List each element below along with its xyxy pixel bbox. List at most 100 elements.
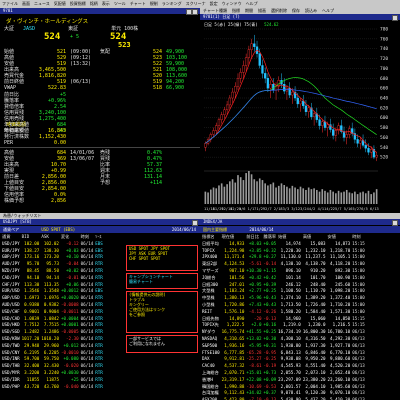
fx-time: 06/14 xyxy=(80,322,94,328)
index-row[interactable]: 中型株 1,380.13 +5.96 +0.43 1,374.10 1,389.20 1,3… xyxy=(201,295,366,302)
index-row[interactable]: 台湾加権 9,112.43 +34.02 +0.37 9,078.41 9,120.30 9… xyxy=(201,390,366,397)
index-row[interactable]: NYダウ 16,775.74 +41.55 +0.25 16,734.19 16,800.… xyxy=(201,329,366,336)
fx-time: 06/14 xyxy=(80,383,94,389)
index-row[interactable]: REIT 1,576.10 -4.12 -0.26 1,580.20 1,584.40 1,… xyxy=(201,309,366,316)
menu-item-13[interactable]: ウィンドウ xyxy=(222,1,242,7)
fx-row[interactable]: NZD/JPY 88.45 88.50 +0.02 06/14 RTR xyxy=(1,268,104,275)
index-row[interactable]: 東証2部 4,124.53 -5.61 -0.14 4,130.10 4,138.70 4,… xyxy=(201,261,366,268)
menu-item-9[interactable]: 規制 xyxy=(150,1,158,7)
fx-tab-label[interactable]: 為替/ウォッチリスト xyxy=(3,213,41,218)
fx-header-date: 2014/06/14 xyxy=(171,227,196,232)
fx-time: 06/14 xyxy=(80,247,94,253)
fx-source: EBS xyxy=(95,288,103,294)
fx-row[interactable]: USD/KRW 1017.20 1018.20 -2.30 06/14 RTR xyxy=(1,336,104,343)
price-chart[interactable]: 780 760 740 720 700 680 660 640 620 600 580 560 540 5… xyxy=(200,27,400,212)
fx-row[interactable]: USD/SGD 1.2482 1.2486 -0.0005 06/14 RTR xyxy=(1,329,104,336)
fx-row[interactable]: GBP/JPY 173.16 173.20 +0.10 06/14 RTR xyxy=(1,254,104,261)
menu-item-1[interactable]: 画面 xyxy=(22,1,30,7)
index-row[interactable]: 日経平均 14,933 +8.03 +0.05 14,974 15,083 14,873 15… xyxy=(201,241,366,248)
chart-menu-item-0[interactable]: チャート種類 xyxy=(203,8,227,13)
fx-row[interactable]: AUD/JPY 95.70 95.73 -0.04 06/14 RTR xyxy=(1,261,104,268)
quote-panel-title: 9781 xyxy=(3,8,13,13)
fx-row[interactable]: EUR/JPY 138.27 138.30 +0.03 06/14 EBS xyxy=(1,248,104,255)
fx-row[interactable]: USD/CAD 1.0839 1.0842 +0.0004 06/14 RTR xyxy=(1,316,104,323)
menu-item-8[interactable]: チャート xyxy=(130,1,146,7)
index-low: 100.90 xyxy=(335,274,351,280)
menu-item-12[interactable]: 設定 xyxy=(210,1,218,7)
chart-close-button[interactable] xyxy=(392,15,398,21)
index-row[interactable]: FTSE100 6,777.85 -65.28 -0.95 6,843.13 6,846.… xyxy=(201,350,366,357)
fx-row[interactable]: USD/IDR 11855 11875 +25 06/14 RTR xyxy=(1,377,104,384)
fx-time: 06/14 xyxy=(80,301,94,307)
index-row[interactable]: 韓国総合 1,990.88 -10.69 -0.53 2,001.57 2,004.10 1… xyxy=(201,384,366,391)
fx-row[interactable]: EUR/USD 1.3546 1.3548 +0.0012 06/14 EBS xyxy=(1,288,104,295)
index-row[interactable]: JPX400 11,171.4 +29.8 +0.27 11,130.0 11,237.5… xyxy=(201,254,366,261)
index-row[interactable]: 大型株 1,103.24 +2.77 +0.25 1,100.50 1,110.70 1,0… xyxy=(201,288,366,295)
fx-row[interactable]: USD/JPY 102.00 102.02 -0.12 06/14 EBS xyxy=(1,241,104,248)
index-time: 15:15 xyxy=(352,315,365,321)
fx-row[interactable]: USD/MYR 3.2200 3.2240 +0.0030 06/14 RTR xyxy=(1,370,104,377)
chart-menu-item-6[interactable]: 読込み xyxy=(305,8,317,13)
fx-source: RTR xyxy=(95,295,103,301)
menu-item-7[interactable]: ツール xyxy=(114,1,126,7)
menu-item-10[interactable]: ランキング xyxy=(162,1,182,7)
fx-row[interactable]: CHF/JPY 113.30 113.35 +0.06 06/14 RTR xyxy=(1,282,104,289)
menu-item-11[interactable]: スクリーナ xyxy=(186,1,206,7)
index-row[interactable]: マザーズ 907.10 +10.30 +1.15 896.10 910.20 892.30 1… xyxy=(201,268,366,275)
menu-item-4[interactable]: 投資指標 xyxy=(70,1,86,7)
fx-source: RTR xyxy=(95,308,103,314)
index-row[interactable]: CAC40 4,537.32 -8.61 -0.19 4,545.93 4,551.40 4… xyxy=(201,363,366,370)
index-row[interactable]: S&P500 1,936.16 +5.95 +0.31 1,930.80 1,937.30… xyxy=(201,343,366,350)
chart-menu-item-4[interactable]: 選択削除 xyxy=(271,8,287,13)
index-row[interactable]: DAX 9,912.81 -25.27 -0.25 9,938.08 9,950.20 9,… xyxy=(201,356,366,363)
menu-item-5[interactable]: 銘柄 xyxy=(90,1,98,7)
index-diff: -65.28 xyxy=(246,349,262,355)
index-value: 2,070.71 xyxy=(224,369,245,375)
chart-menu-item-3[interactable]: 描画 xyxy=(258,8,266,13)
chart-menu-item-7[interactable]: ヘルプ xyxy=(322,8,334,13)
candle-body xyxy=(331,129,335,136)
fx-row[interactable]: USD/CNY 6.2195 6.2205 -0.0010 06/14 RTR xyxy=(1,350,104,357)
fx-source: RTR xyxy=(95,261,103,267)
fx-row[interactable]: USD/TWD 29.948 29.960 +0.012 06/14 RTR xyxy=(1,343,104,350)
chart-menu-item-2[interactable]: 期間 xyxy=(245,8,253,13)
menu-item-2[interactable]: ニュース xyxy=(34,1,50,7)
menu-item-3[interactable]: 気配値 xyxy=(54,1,66,7)
index-column-header: 指標名 xyxy=(202,234,215,239)
fx-row[interactable]: USD/THB 32.400 32.430 -0.020 06/14 RTR xyxy=(1,363,104,370)
menu-item-14[interactable]: ヘルプ xyxy=(246,1,258,7)
index-row[interactable]: NASDAQ 4,310.65 +13.02 +0.30 4,300.10 4,316.5… xyxy=(201,336,366,343)
index-row[interactable]: 上海総合 2,070.71 +15.01 +0.73 2,055.70 2,073.10 2… xyxy=(201,370,366,377)
fx-row[interactable]: USD/INR 59.700 59.750 +0.080 06/14 RTR xyxy=(1,356,104,363)
fx-row[interactable]: AUD/USD 0.9380 0.9382 -0.0008 06/14 RTR xyxy=(1,302,104,309)
index-row[interactable]: JQ総合 101.56 +0.42 +0.42 101.14 101.70 100.90 15… xyxy=(201,275,366,282)
chart-menu-item-5[interactable]: 保存 xyxy=(292,8,300,13)
menu-item-6[interactable]: 表示 xyxy=(102,1,110,7)
index-diff: +2.0 xyxy=(251,322,262,328)
fx-row[interactable]: USD/HKD 7.7512 7.7515 +0.0001 06/14 RTR xyxy=(1,322,104,329)
index-time: 15:00 xyxy=(352,308,365,314)
fx-source: RTR xyxy=(95,267,103,273)
index-row[interactable]: 小型株 1,720.86 +7.43 +0.43 1,713.50 1,726.40 1,7… xyxy=(201,302,366,309)
fx-row[interactable]: GBP/USD 1.6973 1.6976 +0.0020 06/14 RTR xyxy=(1,295,104,302)
menu-button[interactable] xyxy=(186,9,192,15)
fx-pair: USD/INR xyxy=(2,356,20,362)
fx-row[interactable]: USD/CHF 0.9001 0.9004 -0.0011 06/14 RTR xyxy=(1,309,104,316)
index-low: 16,700.10 xyxy=(327,329,351,335)
order-book-list: 気配 524 49,900 523 103,100 522 59,900 521 108,000… xyxy=(100,49,196,91)
fx-row[interactable]: USD/PHP 43.720 43.760 -0.040 06/14 RTR xyxy=(1,384,104,391)
chart-menu-item-1[interactable]: 指標 xyxy=(232,8,240,13)
index-row[interactable]: TOPIX 1,224.98 +3.85 +0.32 1,220.30 1,232.10 1… xyxy=(201,248,366,255)
index-pct: -0.95 xyxy=(263,349,277,355)
index-row[interactable]: 日経300 247.01 +0.95 +0.39 246.12 248.40 245.60 1… xyxy=(201,282,366,289)
index-row[interactable]: 香港H 23,319.17 +22.08 +0.09 23,297.09 23,380.2… xyxy=(201,377,366,384)
index-row[interactable]: TOPIX先 1,222.5 +2.0 +0.16 1,219.0 1,230.0 1,21… xyxy=(201,322,366,329)
fx-row[interactable]: CAD/JPY 94.10 94.14 -0.01 06/14 RTR xyxy=(1,275,104,282)
y-tick-label: 740 xyxy=(380,46,388,52)
fx-pair: EUR/JPY xyxy=(2,247,20,253)
index-time: 15:00 xyxy=(352,261,365,267)
index-row[interactable]: 日経先物 14,890 -20 -0.13 14,960 15,060 14,850 15:1… xyxy=(201,316,366,323)
close-button[interactable] xyxy=(192,9,198,15)
index-high: 1,584.40 xyxy=(305,308,326,314)
menu-item-0[interactable]: ファイル xyxy=(2,1,18,7)
